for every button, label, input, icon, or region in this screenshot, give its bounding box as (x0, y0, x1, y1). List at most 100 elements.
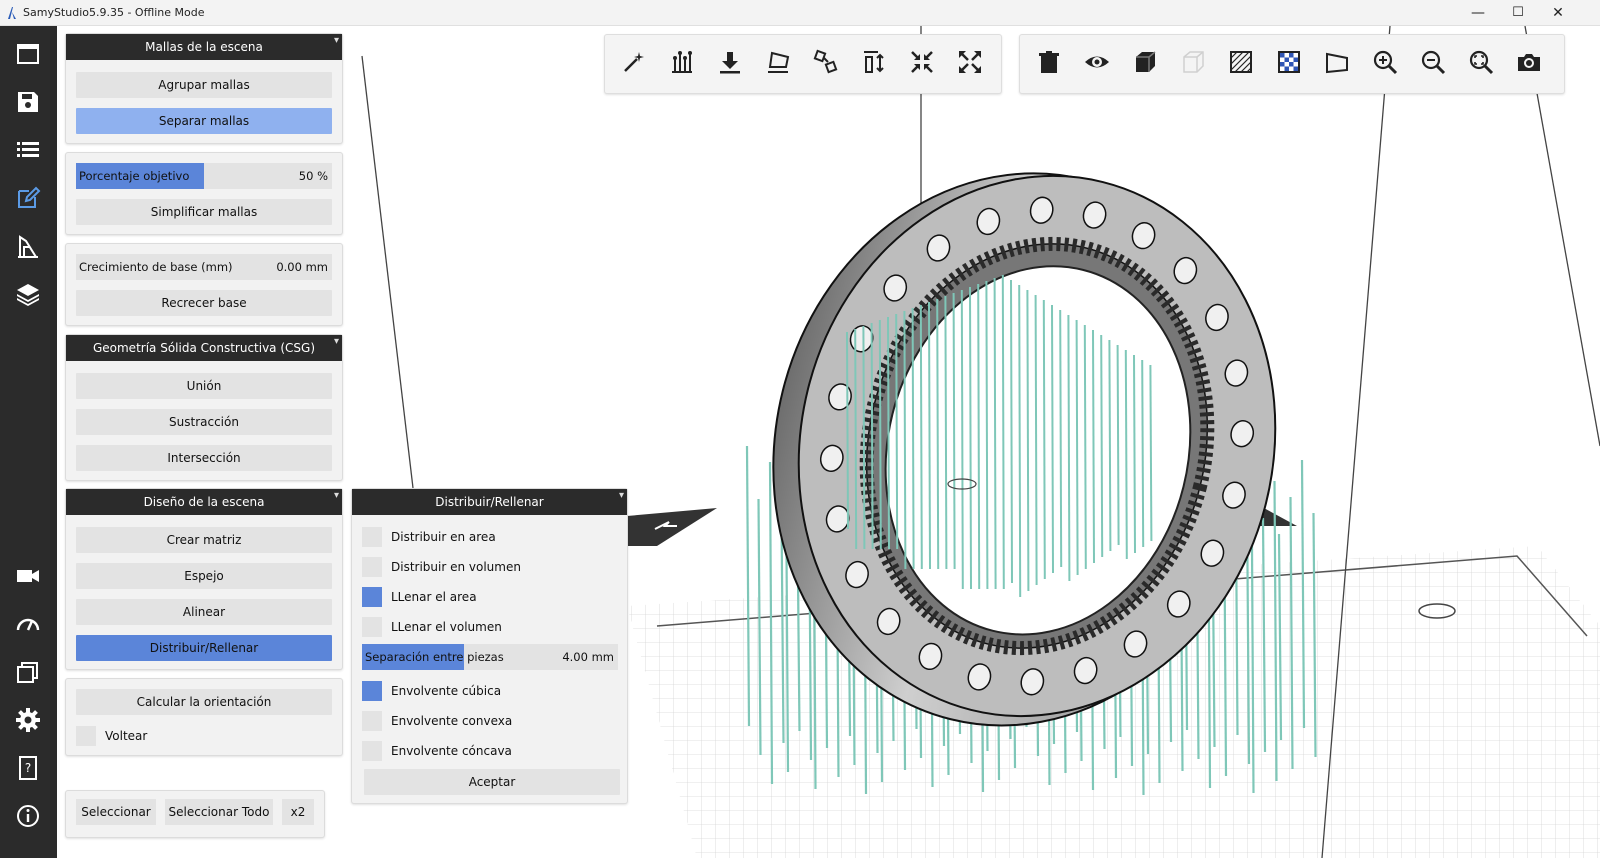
ghost-cube-icon[interactable] (1178, 47, 1208, 77)
save-icon[interactable] (14, 88, 42, 116)
shrink-icon[interactable] (907, 47, 937, 77)
zoom-in-icon[interactable] (1370, 47, 1400, 77)
support-pillar (1018, 284, 1022, 598)
support-pillar (1141, 359, 1145, 548)
select-button[interactable]: Seleccionar (76, 799, 156, 825)
distribute-option-row[interactable]: LLenar el volumen (362, 616, 618, 638)
camera-snapshot-icon[interactable] (1514, 47, 1544, 77)
help-book-icon[interactable]: ? (14, 754, 42, 782)
support-pillar (1059, 309, 1063, 568)
drop-to-bed-icon[interactable] (715, 47, 745, 77)
option-checkbox[interactable] (362, 587, 382, 607)
support-pillar (1075, 319, 1079, 576)
orientation-panel: Calcular la orientación Voltear (65, 678, 343, 756)
regrow-base-button[interactable]: Recrecer base (76, 290, 332, 316)
option-checkbox[interactable] (362, 617, 382, 637)
caret-icon[interactable]: ▾ (619, 483, 624, 509)
intersection-button[interactable]: Intersección (76, 445, 332, 471)
gauge-icon[interactable] (14, 610, 42, 638)
envelope-label: Envolvente cúbica (391, 684, 502, 698)
separate-meshes-button[interactable]: Separar mallas (76, 108, 332, 134)
distribute-option-row[interactable]: Distribuir en volumen (362, 556, 618, 578)
support-pillar (1116, 344, 1120, 546)
piece-spacing-slider[interactable]: Separación entre piezas 4.00 mm (362, 644, 618, 670)
option-checkbox[interactable] (362, 527, 382, 547)
csg-header[interactable]: Geometría Sólida Constructiva (CSG) ▾ (66, 335, 342, 361)
envelope-option-row[interactable]: Envolvente convexa (362, 710, 618, 732)
support-pillar (1124, 349, 1128, 560)
distribute-fill-button[interactable]: Distribuir/Rellenar (76, 635, 332, 661)
caret-icon[interactable]: ▾ (334, 28, 339, 54)
option-label: Distribuir en area (391, 530, 496, 544)
target-percentage-slider[interactable]: Porcentaje objetivo 50 % (76, 163, 332, 189)
magic-wand-icon[interactable] (619, 47, 649, 77)
close-button[interactable]: ✕ (1538, 0, 1578, 26)
scale-icon[interactable] (859, 47, 889, 77)
maximize-button[interactable]: ☐ (1498, 0, 1538, 26)
envelope-checkbox[interactable] (362, 741, 382, 761)
support-pillar (928, 301, 931, 570)
solid-cube-icon[interactable] (1130, 47, 1160, 77)
subtraction-button[interactable]: Sustracción (76, 409, 332, 435)
edit-icon[interactable] (14, 184, 42, 212)
group-meshes-button[interactable]: Agrupar mallas (76, 72, 332, 98)
distribute-panel: Distribuir/Rellenar ▾ Distribuir en area … (351, 488, 628, 804)
hatch-icon[interactable] (1226, 47, 1256, 77)
union-button[interactable]: Unión (76, 373, 332, 399)
zoom-fit-icon[interactable] (1466, 47, 1496, 77)
expand-icon[interactable] (955, 47, 985, 77)
plane-icon[interactable] (1322, 47, 1352, 77)
flip-checkbox-row[interactable]: Voltear (76, 725, 332, 747)
envelope-checkbox[interactable] (362, 681, 382, 701)
rotate-icon[interactable] (811, 47, 841, 77)
option-label: LLenar el volumen (391, 620, 502, 634)
camera-icon[interactable] (14, 562, 42, 590)
layers-icon[interactable] (14, 280, 42, 308)
simplify-meshes-button[interactable]: Simplificar mallas (76, 199, 332, 225)
calculate-orientation-button[interactable]: Calcular la orientación (76, 689, 332, 715)
base-growth-slider[interactable]: Crecimiento de base (mm) 0.00 mm (76, 254, 332, 280)
checker-icon[interactable] (1274, 47, 1304, 77)
gear-icon[interactable] (14, 706, 42, 734)
zoom-out-icon[interactable] (1418, 47, 1448, 77)
envelope-checkbox[interactable] (362, 711, 382, 731)
support-pillar (854, 328, 858, 550)
support-pillar (1051, 304, 1054, 574)
window-icon[interactable] (14, 40, 42, 68)
flip-checkbox[interactable] (76, 726, 96, 746)
support-pillar (1100, 334, 1104, 558)
supports-icon[interactable] (667, 47, 697, 77)
minimize-button[interactable]: — (1458, 0, 1498, 26)
info-icon[interactable] (14, 802, 42, 830)
envelope-option-row[interactable]: Envolvente cúbica (362, 680, 618, 702)
create-matrix-button[interactable]: Crear matriz (76, 527, 332, 553)
support-pillar (960, 289, 964, 590)
support-pillar (846, 331, 849, 530)
scene-meshes-header[interactable]: Mallas de la escena ▾ (66, 34, 342, 60)
mirror-button[interactable]: Espejo (76, 563, 332, 589)
support-pillar (895, 313, 899, 550)
x2-button[interactable]: x2 (282, 799, 314, 825)
support-pillar (1034, 294, 1038, 586)
caret-icon[interactable]: ▾ (334, 329, 339, 355)
trash-icon[interactable] (1034, 47, 1064, 77)
option-checkbox[interactable] (362, 557, 382, 577)
accept-button[interactable]: Aceptar (364, 769, 620, 795)
scene-design-header[interactable]: Diseño de la escena ▾ (66, 489, 342, 515)
print-icon[interactable] (14, 232, 42, 260)
distribute-option-row[interactable]: LLenar el area (362, 586, 618, 608)
align-button[interactable]: Alinear (76, 599, 332, 625)
envelope-option-row[interactable]: Envolvente cóncava (362, 740, 618, 762)
scene-design-panel: Diseño de la escena ▾ Crear matriz Espejo… (65, 488, 343, 670)
base-growth-value: 0.00 mm (276, 260, 328, 274)
support-pillar (887, 316, 890, 550)
list-icon[interactable] (14, 136, 42, 164)
eye-icon[interactable] (1082, 47, 1112, 77)
distribute-option-row[interactable]: Distribuir en area (362, 526, 618, 548)
windows-icon[interactable] (14, 658, 42, 686)
distribute-title: Distribuir/Rellenar (435, 495, 544, 509)
lay-flat-icon[interactable] (763, 47, 793, 77)
distribute-header[interactable]: Distribuir/Rellenar ▾ (352, 489, 627, 515)
select-all-button[interactable]: Seleccionar Todo (165, 799, 273, 825)
caret-icon[interactable]: ▾ (334, 483, 339, 509)
